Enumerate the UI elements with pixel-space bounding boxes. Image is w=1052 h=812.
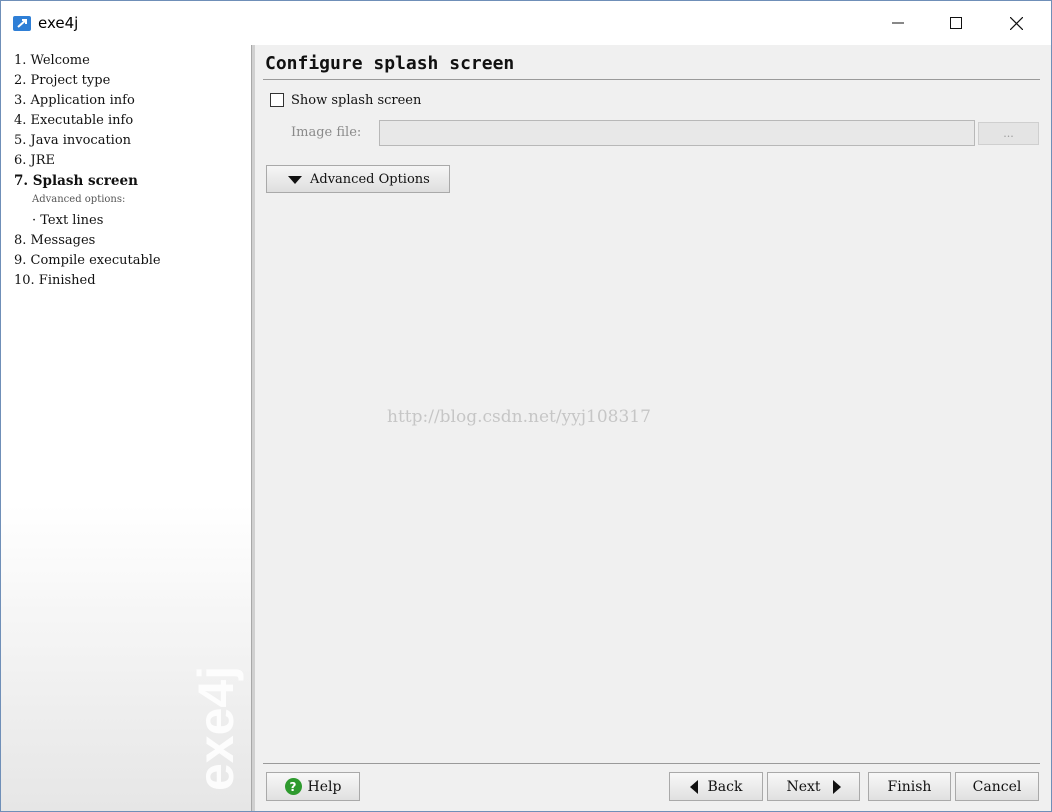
step-java-invocation[interactable]: 5. Java invocation <box>14 133 131 148</box>
advanced-options-label: Advanced options: <box>32 194 126 205</box>
help-icon: ? <box>284 778 302 795</box>
maximize-button[interactable] <box>927 1 985 45</box>
sidebar-divider <box>251 45 255 811</box>
help-button-label: Help <box>307 778 342 795</box>
exe4j-app-icon <box>13 16 31 31</box>
step-application-info[interactable]: 3. Application info <box>14 93 135 108</box>
back-button[interactable]: Back <box>669 772 763 801</box>
show-splash-label[interactable]: Show splash screen <box>291 93 421 108</box>
expand-triangle-icon <box>288 176 302 184</box>
image-file-label: Image file: <box>291 125 362 140</box>
step-splash-screen[interactable]: 7. Splash screen <box>14 173 138 189</box>
image-file-input[interactable] <box>379 120 975 146</box>
advanced-options-button-label: Advanced Options <box>310 171 430 187</box>
back-arrow-icon <box>689 779 698 794</box>
help-button[interactable]: ? Help <box>266 772 360 801</box>
cancel-button[interactable]: Cancel <box>955 772 1039 801</box>
step-finished[interactable]: 10. Finished <box>14 273 96 288</box>
browse-button[interactable]: ... <box>978 122 1039 145</box>
close-button[interactable] <box>987 1 1045 45</box>
next-button[interactable]: Next <box>767 772 860 801</box>
title-separator <box>263 79 1040 80</box>
minimize-icon <box>892 22 904 24</box>
show-splash-checkbox[interactable] <box>270 93 284 107</box>
url-watermark: http://blog.csdn.net/yyj108317 <box>387 407 651 427</box>
step-jre[interactable]: 6. JRE <box>14 153 55 168</box>
step-text-lines[interactable]: · Text lines <box>32 213 103 228</box>
minimize-button[interactable] <box>869 1 927 45</box>
exe4j-sidebar-logo: exe4j <box>189 666 244 791</box>
step-project-type[interactable]: 2. Project type <box>14 73 110 88</box>
step-messages[interactable]: 8. Messages <box>14 233 95 248</box>
page-title: Configure splash screen <box>265 53 515 74</box>
back-button-label: Back <box>707 778 743 795</box>
maximize-icon <box>950 17 962 29</box>
close-icon <box>1009 16 1023 30</box>
step-executable-info[interactable]: 4. Executable info <box>14 113 133 128</box>
next-button-label: Next <box>786 778 821 795</box>
button-bar-separator <box>263 763 1040 764</box>
app-window: exe4j 1. Welcome 2. Project type 3. Appl… <box>0 0 1052 812</box>
step-welcome[interactable]: 1. Welcome <box>14 53 90 68</box>
next-arrow-icon <box>832 779 841 794</box>
sidebar-logo-text: exe4j <box>189 666 244 791</box>
finish-button[interactable]: Finish <box>868 772 951 801</box>
advanced-options-button[interactable]: Advanced Options <box>266 165 450 193</box>
wizard-step-sidebar: 1. Welcome 2. Project type 3. Applicatio… <box>1 45 251 811</box>
window-title: exe4j <box>38 14 79 32</box>
step-compile-executable[interactable]: 9. Compile executable <box>14 253 161 268</box>
title-bar: exe4j <box>1 1 1051 45</box>
